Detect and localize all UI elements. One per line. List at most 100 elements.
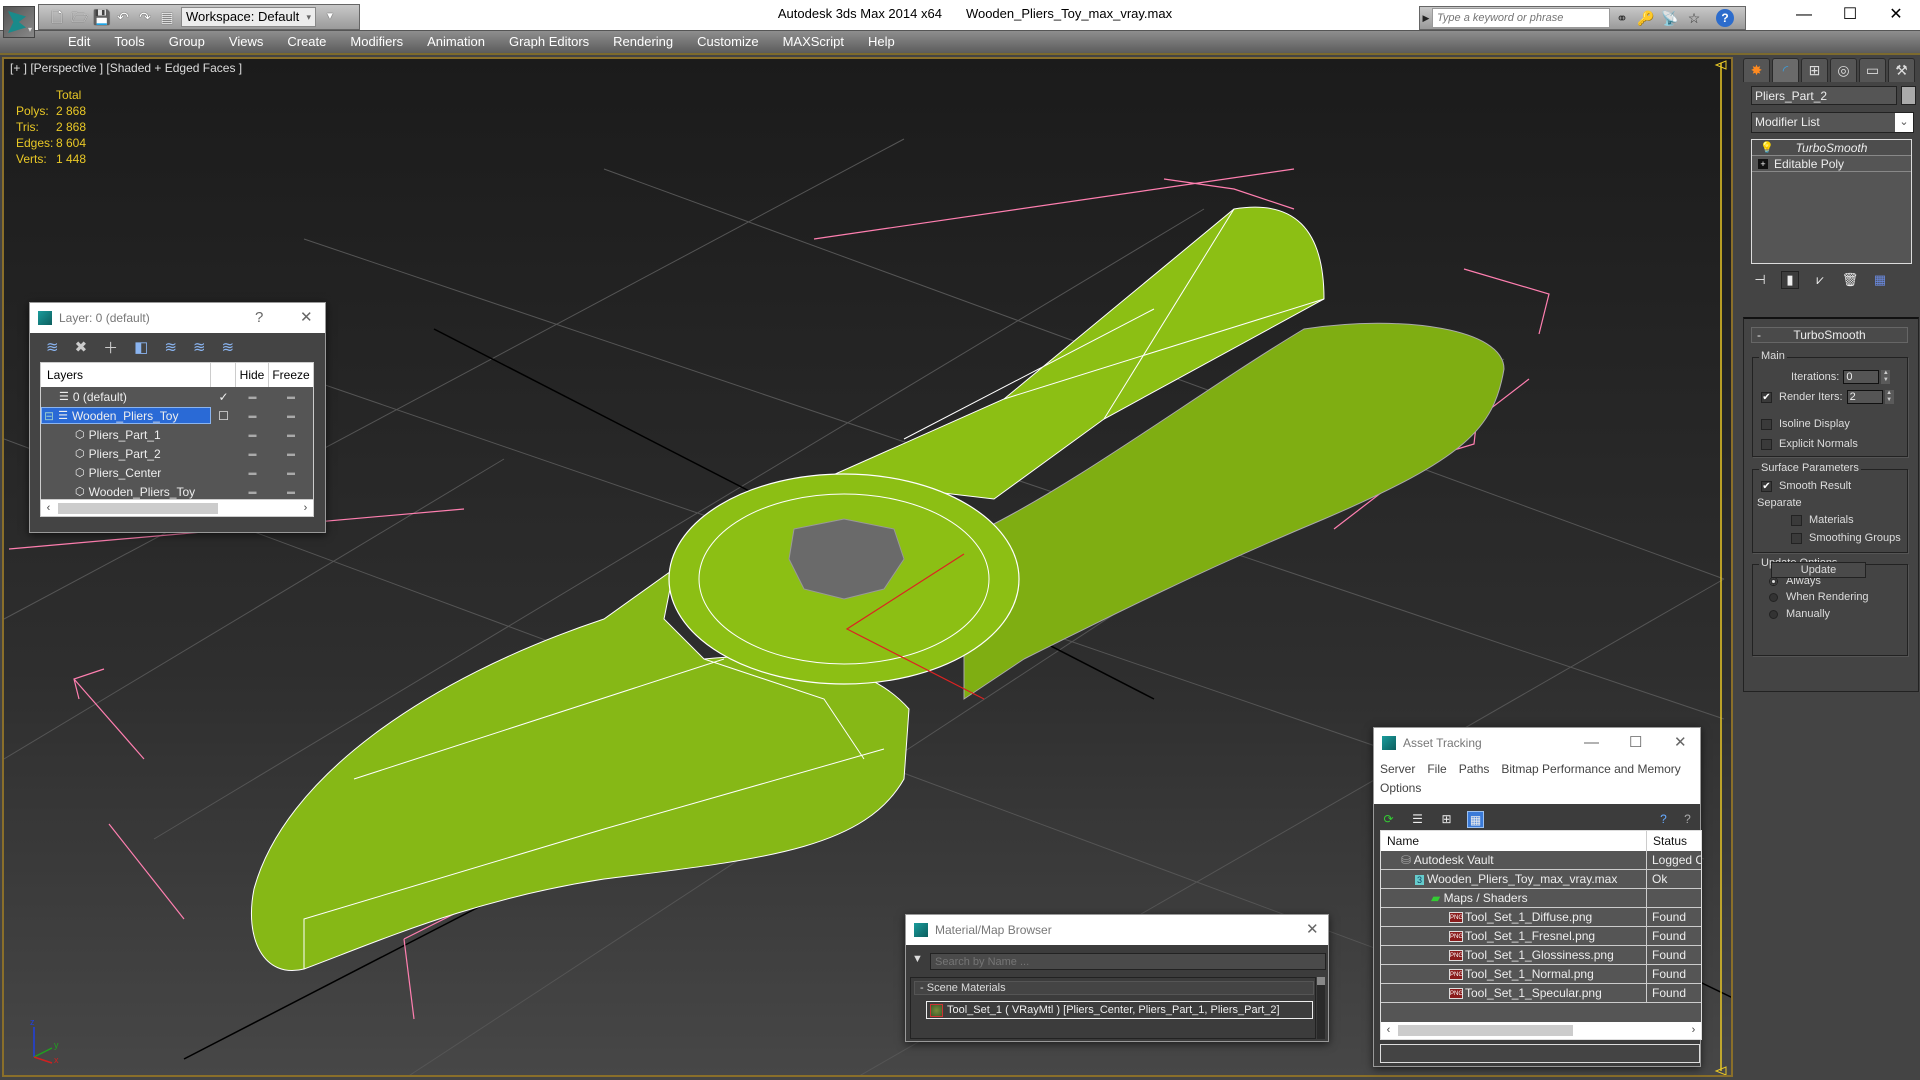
column-freeze[interactable]: Freeze <box>269 363 313 387</box>
hide-toggle[interactable]: ▬ <box>236 487 269 496</box>
render-iters-spinner[interactable]: ▲ ▼ <box>1884 390 1894 404</box>
explicit-normals-checkbox[interactable] <box>1761 438 1772 450</box>
hide-toggle[interactable]: ▬ <box>236 468 269 477</box>
horizontal-scrollbar[interactable]: ‹ › <box>1381 1022 1701 1039</box>
help-button[interactable]: ? <box>255 303 263 333</box>
scroll-left-icon[interactable]: ‹ <box>1381 1022 1396 1038</box>
material-browser-titlebar[interactable]: Material/Map Browser ✕ <box>906 915 1328 945</box>
menu-tools[interactable]: Tools <box>102 31 156 53</box>
menu-options[interactable]: Options <box>1380 781 1421 795</box>
satellite-icon[interactable]: 📡 <box>1658 10 1682 27</box>
add-to-layer-icon[interactable]: ＋ <box>103 337 118 358</box>
close-button[interactable]: ✕ <box>1306 915 1319 945</box>
viewport-label[interactable]: [+ ] [Perspective ] [Shaded + Edged Face… <box>10 61 242 75</box>
menu-graph-editors[interactable]: Graph Editors <box>497 31 601 53</box>
layer-row[interactable]: ⬡ Pliers_Part_2 ▬ ▬ <box>41 444 313 463</box>
help-globe-icon[interactable]: ? <box>1655 811 1672 828</box>
smoothing-groups-checkbox[interactable] <box>1791 532 1802 544</box>
menu-create[interactable]: Create <box>275 31 338 53</box>
hide-toggle[interactable]: ▬ <box>236 430 269 439</box>
layer-dialog-titlebar[interactable]: Layer: 0 (default)? ✕ <box>30 303 325 333</box>
remove-modifier-icon[interactable]: 🗑 <box>1841 272 1859 288</box>
freeze-toggle[interactable]: ▬ <box>269 411 313 420</box>
column-hide[interactable]: Hide <box>236 363 269 387</box>
menu-views[interactable]: Views <box>217 31 275 53</box>
binoculars-icon[interactable]: ⚭ <box>1610 10 1634 27</box>
motion-tab-icon[interactable]: ◎ <box>1830 58 1857 82</box>
update-manually-radio[interactable] <box>1769 609 1778 619</box>
modify-tab-icon[interactable]: ◜ <box>1772 58 1799 82</box>
scrollbar-thumb[interactable] <box>1317 977 1325 985</box>
stack-item-editable-poly[interactable]: + Editable Poly <box>1752 156 1911 172</box>
menu-paths[interactable]: Paths <box>1459 762 1490 776</box>
star-icon[interactable]: ☆ <box>1682 10 1706 27</box>
minimize-button[interactable]: — <box>1784 4 1824 26</box>
hierarchy-tab-icon[interactable]: ⊞ <box>1801 58 1828 82</box>
collapse-icon[interactable]: ⊟ <box>44 409 54 423</box>
layer-row[interactable]: ⬡ Pliers_Center ▬ ▬ <box>41 463 313 482</box>
object-color-swatch[interactable] <box>1901 86 1916 105</box>
display-tab-icon[interactable]: ▭ <box>1859 58 1886 82</box>
render-iters-input[interactable]: 2 <box>1846 390 1883 404</box>
asset-row[interactable]: 3 Wooden_Pliers_Toy_max_vray.max Ok <box>1381 870 1701 889</box>
smooth-result-checkbox[interactable]: ✔ <box>1761 480 1772 492</box>
help-icon[interactable]: ? <box>1679 811 1696 828</box>
freeze-toggle[interactable]: ▬ <box>269 487 313 496</box>
horizontal-scrollbar[interactable]: ‹ › <box>41 499 313 516</box>
menu-group[interactable]: Group <box>157 31 217 53</box>
layer-row[interactable]: ☰ 0 (default) ✓ ▬ ▬ <box>41 387 313 406</box>
minimize-button[interactable]: — <box>1584 728 1599 758</box>
create-layer-icon[interactable]: ≋ <box>46 338 59 356</box>
update-rendering-radio[interactable] <box>1769 592 1778 602</box>
menu-customize[interactable]: Customize <box>685 31 770 53</box>
object-name-field[interactable] <box>1751 86 1897 105</box>
asset-row[interactable]: PNG Tool_Set_1_Fresnel.png Found <box>1381 927 1701 946</box>
pin-stack-icon[interactable]: ⊣ <box>1751 272 1769 288</box>
scene-materials-group[interactable]: - Scene Materials <box>914 981 1314 995</box>
create-tab-icon[interactable]: ✸ <box>1743 58 1770 82</box>
column-layers[interactable]: Layers <box>41 363 211 387</box>
current-layer-check-icon[interactable]: ✓ <box>211 390 236 404</box>
scroll-right-icon[interactable]: › <box>298 500 313 516</box>
app-menu-button[interactable]: ▾ <box>3 6 35 38</box>
layer-settings-icon[interactable]: ≋ <box>222 338 235 356</box>
close-button[interactable]: ✕ <box>1674 728 1687 758</box>
table-view-icon[interactable]: ▦ <box>1467 810 1484 828</box>
asset-row[interactable]: PNG Tool_Set_1_Normal.png Found <box>1381 965 1701 984</box>
hide-toggle[interactable]: ▬ <box>236 411 269 420</box>
modifier-list-dropdown[interactable]: Modifier List ⌄ <box>1751 112 1914 133</box>
menu-rendering[interactable]: Rendering <box>601 31 685 53</box>
configure-sets-icon[interactable]: ▦ <box>1871 272 1889 288</box>
menu-maxscript[interactable]: MAXScript <box>771 31 856 53</box>
expand-plus-icon[interactable]: + <box>1758 158 1768 169</box>
help-icon[interactable]: ? <box>1716 9 1734 27</box>
update-button[interactable]: Update <box>1771 562 1866 578</box>
scrollbar-thumb[interactable] <box>1398 1025 1573 1036</box>
maximize-button[interactable]: ☐ <box>1830 4 1870 26</box>
expand-icon[interactable]: ▶ <box>1420 13 1432 24</box>
iterations-spinner[interactable]: ▲ ▼ <box>1881 370 1891 384</box>
menu-animation[interactable]: Animation <box>415 31 497 53</box>
asset-row[interactable]: PNG Tool_Set_1_Diffuse.png Found <box>1381 908 1701 927</box>
key-icon[interactable]: 🔑 <box>1634 10 1658 27</box>
vertical-scrollbar[interactable] <box>1317 977 1325 1039</box>
menu-server[interactable]: Server <box>1380 762 1415 776</box>
layer-row[interactable]: ⊟ ☰ Wooden_Pliers_Toy ☐ ▬ ▬ <box>41 406 313 425</box>
asset-tracking-titlebar[interactable]: Asset Tracking — ☐ ✕ <box>1374 728 1700 758</box>
asset-path-field[interactable] <box>1380 1044 1700 1063</box>
freeze-toggle[interactable]: ▬ <box>269 392 313 401</box>
scroll-right-icon[interactable]: › <box>1686 1022 1701 1038</box>
select-objects-icon[interactable]: ◧ <box>134 338 148 356</box>
hide-toggle[interactable]: ▬ <box>236 392 269 401</box>
column-name[interactable]: Name <box>1381 831 1647 851</box>
menu-edit[interactable]: Edit <box>56 31 102 53</box>
maximize-button[interactable]: ☐ <box>1629 728 1642 758</box>
render-iters-checkbox[interactable]: ✔ <box>1761 391 1772 403</box>
asset-row[interactable]: ▰ Maps / Shaders <box>1381 889 1701 908</box>
show-end-result-icon[interactable]: ▮ <box>1781 271 1799 289</box>
utilities-tab-icon[interactable]: ⚒ <box>1888 58 1915 82</box>
asset-row[interactable]: PNG Tool_Set_1_Specular.png Found <box>1381 984 1701 1003</box>
lightbulb-icon[interactable]: 💡 <box>1760 141 1774 154</box>
freeze-toggle[interactable]: ▬ <box>269 468 313 477</box>
column-status[interactable]: Status <box>1647 831 1687 851</box>
